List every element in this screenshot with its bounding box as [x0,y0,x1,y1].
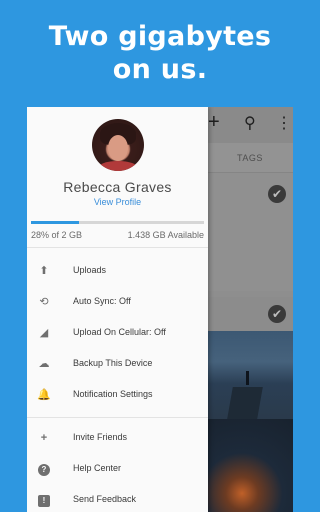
avatar-shirt [98,161,138,171]
headline-line-1: Two gigabytes [48,21,272,52]
avatar-face [108,135,128,161]
menu-item-backup-device[interactable]: ☁ Backup This Device [27,349,208,379]
add-person-icon: + [40,432,48,444]
auto-sync-label: Auto Sync: [73,296,120,306]
upload-cellular-label: Upload On Cellular: [73,327,155,337]
tab-tags[interactable]: TAGS [237,153,263,163]
menu-item-upload-on-cellular[interactable]: ◢ Upload On Cellular: Off [27,318,208,348]
storage-progress-fill [31,221,80,224]
person-silhouette [246,371,249,385]
menu-item-help-center[interactable]: ? Help Center [27,454,208,484]
background-app: + ⚲ ⋮ TAGS ✔ ✔ [208,107,293,512]
phone-screen: + ⚲ ⋮ TAGS ✔ ✔ Rebecca Graves View Profi… [27,107,293,512]
menu-item-notification-settings[interactable]: 🔔 Notification Settings [27,380,208,410]
background-tabs: TAGS [208,143,293,173]
search-icon[interactable]: ⚲ [244,115,256,133]
sync-icon: ⟲ [39,296,49,308]
background-card-header: ✔ [208,297,293,331]
feedback-glyph: ! [38,495,50,507]
storage-progress-bar [31,221,204,224]
promo-headline: Two gigabytes on us. [0,20,320,86]
feedback-icon: ! [37,493,51,507]
menu-item-send-feedback[interactable]: ! Send Feedback [27,485,208,512]
menu-item-label: Send Feedback [73,494,137,504]
help-icon: ? [37,462,51,476]
menu-item-label: Uploads [73,265,107,275]
more-vertical-icon[interactable]: ⋮ [276,115,292,133]
menu-item-label: Help Center [73,463,122,473]
check-circle-icon: ✔ [268,305,286,323]
avatar[interactable] [92,119,144,171]
menu-item-label: Notification Settings [73,389,153,399]
bell-icon: 🔔 [37,389,51,401]
user-name: Rebecca Graves [63,179,172,195]
storage-available-text: 1.438 GB Available [127,230,204,240]
storage-used-text: 28% of 2 GB [31,230,83,240]
upload-cellular-value: Off [154,327,166,337]
headline-line-2: on us. [112,54,208,85]
menu-item-label: Backup This Device [73,358,153,368]
menu-item-uploads[interactable]: ⬆ Uploads [27,256,208,286]
menu-item-label: Upload On Cellular: Off [73,327,166,337]
auto-sync-value: Off [119,296,131,306]
cellular-signal-icon: ◢ [39,327,49,339]
menu-item-auto-sync[interactable]: ⟲ Auto Sync: Off [27,287,208,317]
view-profile-link[interactable]: View Profile [27,197,208,207]
divider [27,247,208,248]
navigation-drawer: Rebecca Graves View Profile 28% of 2 GB … [27,107,208,512]
help-glyph: ? [38,464,50,476]
menu-item-invite-friends[interactable]: + Invite Friends [27,423,208,453]
background-toolbar: + ⚲ ⋮ [208,107,293,143]
lake-dock-photo[interactable] [208,331,293,419]
menu-item-label: Invite Friends [73,432,128,442]
background-card: ✔ [208,173,293,291]
check-circle-icon: ✔ [268,185,286,203]
plus-icon[interactable]: + [208,112,220,132]
menu-item-label: Auto Sync: Off [73,296,131,306]
cloud-upload-icon: ☁ [38,358,50,370]
campfire-photo[interactable] [208,419,293,512]
upload-icon: ⬆ [39,265,49,277]
dock-shape [227,387,263,419]
divider [27,417,208,418]
